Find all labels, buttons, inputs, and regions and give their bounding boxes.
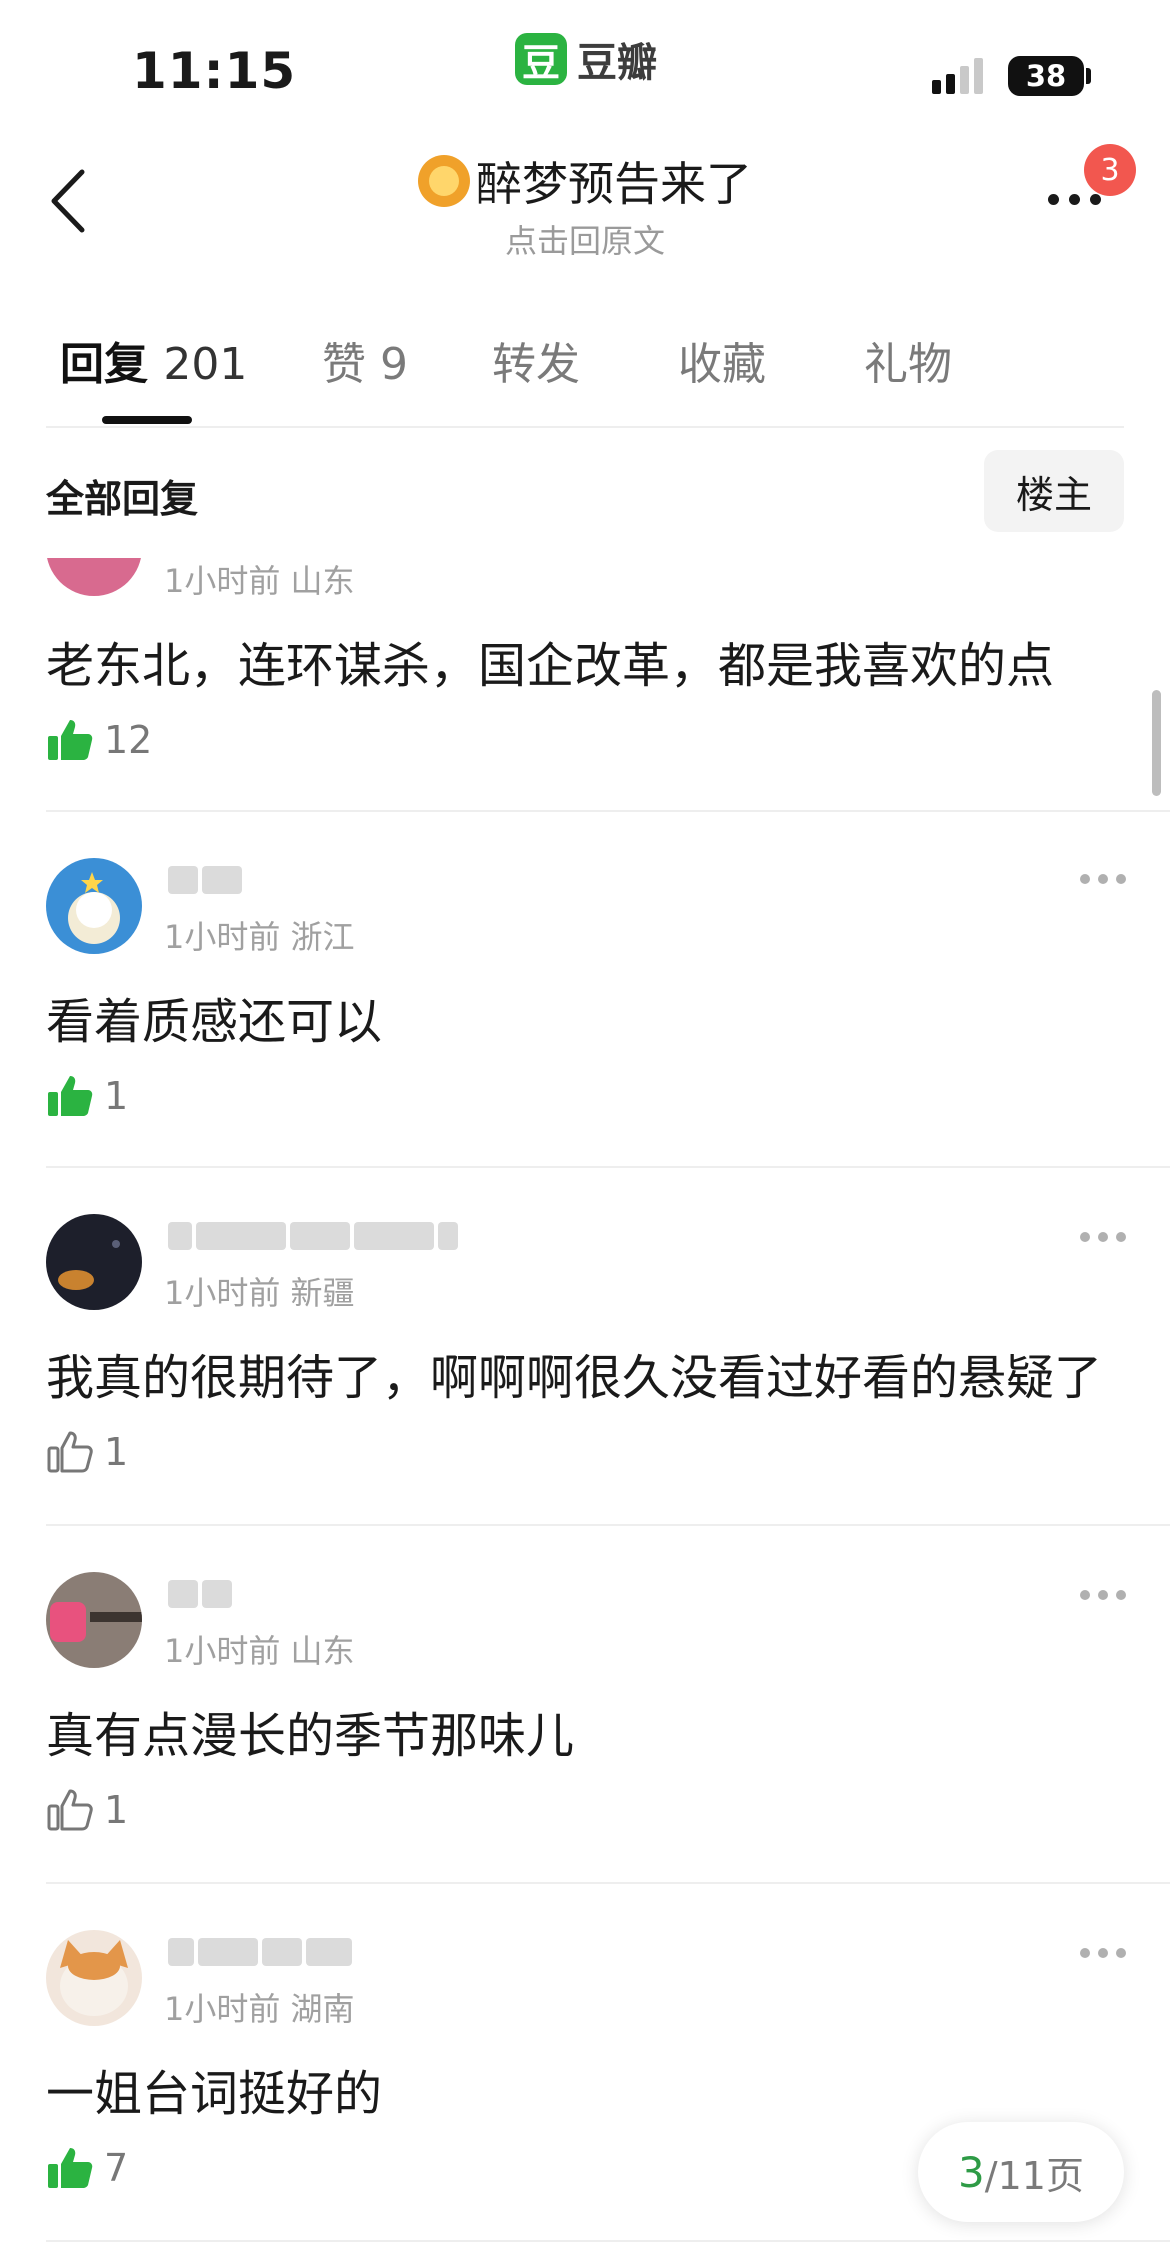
like-count: 1 (104, 1074, 129, 1118)
notification-badge: 3 (1084, 144, 1136, 196)
tab-favorites[interactable]: 收藏 (678, 328, 766, 392)
comment-divider (46, 1166, 1170, 1168)
like-button[interactable]: 1 (46, 1786, 128, 1834)
comment-meta: 1小时前 山东 (164, 1632, 355, 1670)
page-title: 醉梦预告来了 (418, 148, 752, 214)
back-to-original-link[interactable]: 点击回原文 (0, 216, 1170, 262)
total-pages: /11页 (984, 2153, 1084, 2198)
username-blurred[interactable] (168, 1218, 458, 1254)
page-title-text: 醉梦预告来了 (476, 157, 752, 211)
thumbs-up-outline-icon (47, 1431, 93, 1473)
avatar[interactable] (46, 1214, 142, 1310)
comment-more-icon[interactable] (1080, 874, 1126, 884)
comment-more-icon[interactable] (1080, 1232, 1126, 1242)
active-tab-indicator (102, 416, 192, 424)
comment-meta: 1小时前 湖南 (164, 1990, 355, 2028)
signal-icon (932, 58, 983, 94)
nav-title-block[interactable]: 醉梦预告来了 点击回原文 (0, 148, 1170, 262)
comment-text: 老东北，连环谋杀，国企改革，都是我喜欢的点 (46, 638, 1055, 694)
thumbs-up-outline-icon (47, 1789, 93, 1831)
username-blurred[interactable] (168, 1576, 232, 1612)
thumbs-up-filled-icon (48, 720, 93, 760)
status-time: 11:15 (132, 42, 297, 100)
like-button[interactable]: 12 (46, 716, 152, 764)
like-count: 1 (104, 1430, 129, 1474)
avatar[interactable] (46, 1572, 142, 1668)
avatar[interactable] (46, 1930, 142, 2026)
op-only-button[interactable]: 楼主 (984, 450, 1124, 532)
comment-meta: 1小时前 山东 (164, 562, 355, 600)
douban-logo-icon: 豆 (515, 33, 567, 85)
tab-divider (46, 426, 1124, 428)
battery-icon: 38 (1008, 56, 1084, 96)
tab-gifts[interactable]: 礼物 (864, 328, 952, 392)
tab-reposts[interactable]: 转发 (492, 328, 580, 392)
comment-text: 真有点漫长的季节那味儿 (46, 1708, 575, 1764)
thumbs-up-filled-icon (48, 1076, 93, 1116)
comment-more-icon[interactable] (1080, 1948, 1126, 1958)
username-blurred[interactable] (168, 1934, 352, 1970)
avatar[interactable] (46, 858, 142, 954)
username-blurred[interactable] (168, 862, 242, 898)
comment-divider (46, 810, 1170, 812)
comment-text: 一姐台词挺好的 (46, 2066, 383, 2122)
tab-replies[interactable]: 回复 201 (60, 328, 247, 392)
app-name: 豆瓣 (577, 40, 657, 86)
comment-divider (46, 2240, 1170, 2242)
more-options-icon[interactable] (1048, 194, 1101, 205)
comment-divider (46, 1882, 1170, 1884)
like-button[interactable]: 1 (46, 1072, 128, 1120)
section-title: 全部回复 (46, 477, 199, 521)
comment-meta: 1小时前 新疆 (164, 1274, 355, 1312)
comment-text: 看着质感还可以 (46, 994, 383, 1050)
like-button[interactable]: 1 (46, 1428, 128, 1476)
scrollbar[interactable] (1152, 690, 1161, 796)
thumbs-up-filled-icon (48, 2148, 93, 2188)
current-page: 3 (958, 2147, 985, 2197)
battery-tip (1086, 68, 1091, 84)
like-button[interactable]: 7 (46, 2144, 128, 2192)
app-badge: 豆 豆瓣 (515, 30, 657, 88)
comment-divider (46, 1524, 1170, 1526)
comment-text: 我真的很期待了，啊啊啊很久没看过好看的悬疑了 (46, 1350, 1103, 1406)
tab-bar: 回复 201 赞 9 转发 收藏 礼物 (0, 328, 1170, 418)
page-indicator-button[interactable]: 3/11页 (918, 2122, 1124, 2222)
like-count: 1 (104, 1788, 129, 1832)
like-count: 7 (104, 2146, 129, 2190)
comment-meta: 1小时前 浙江 (164, 918, 355, 956)
like-count: 12 (104, 718, 153, 762)
tab-likes[interactable]: 赞 9 (322, 328, 408, 392)
comment-more-icon[interactable] (1080, 1590, 1126, 1600)
lion-emoji-icon (418, 155, 470, 207)
